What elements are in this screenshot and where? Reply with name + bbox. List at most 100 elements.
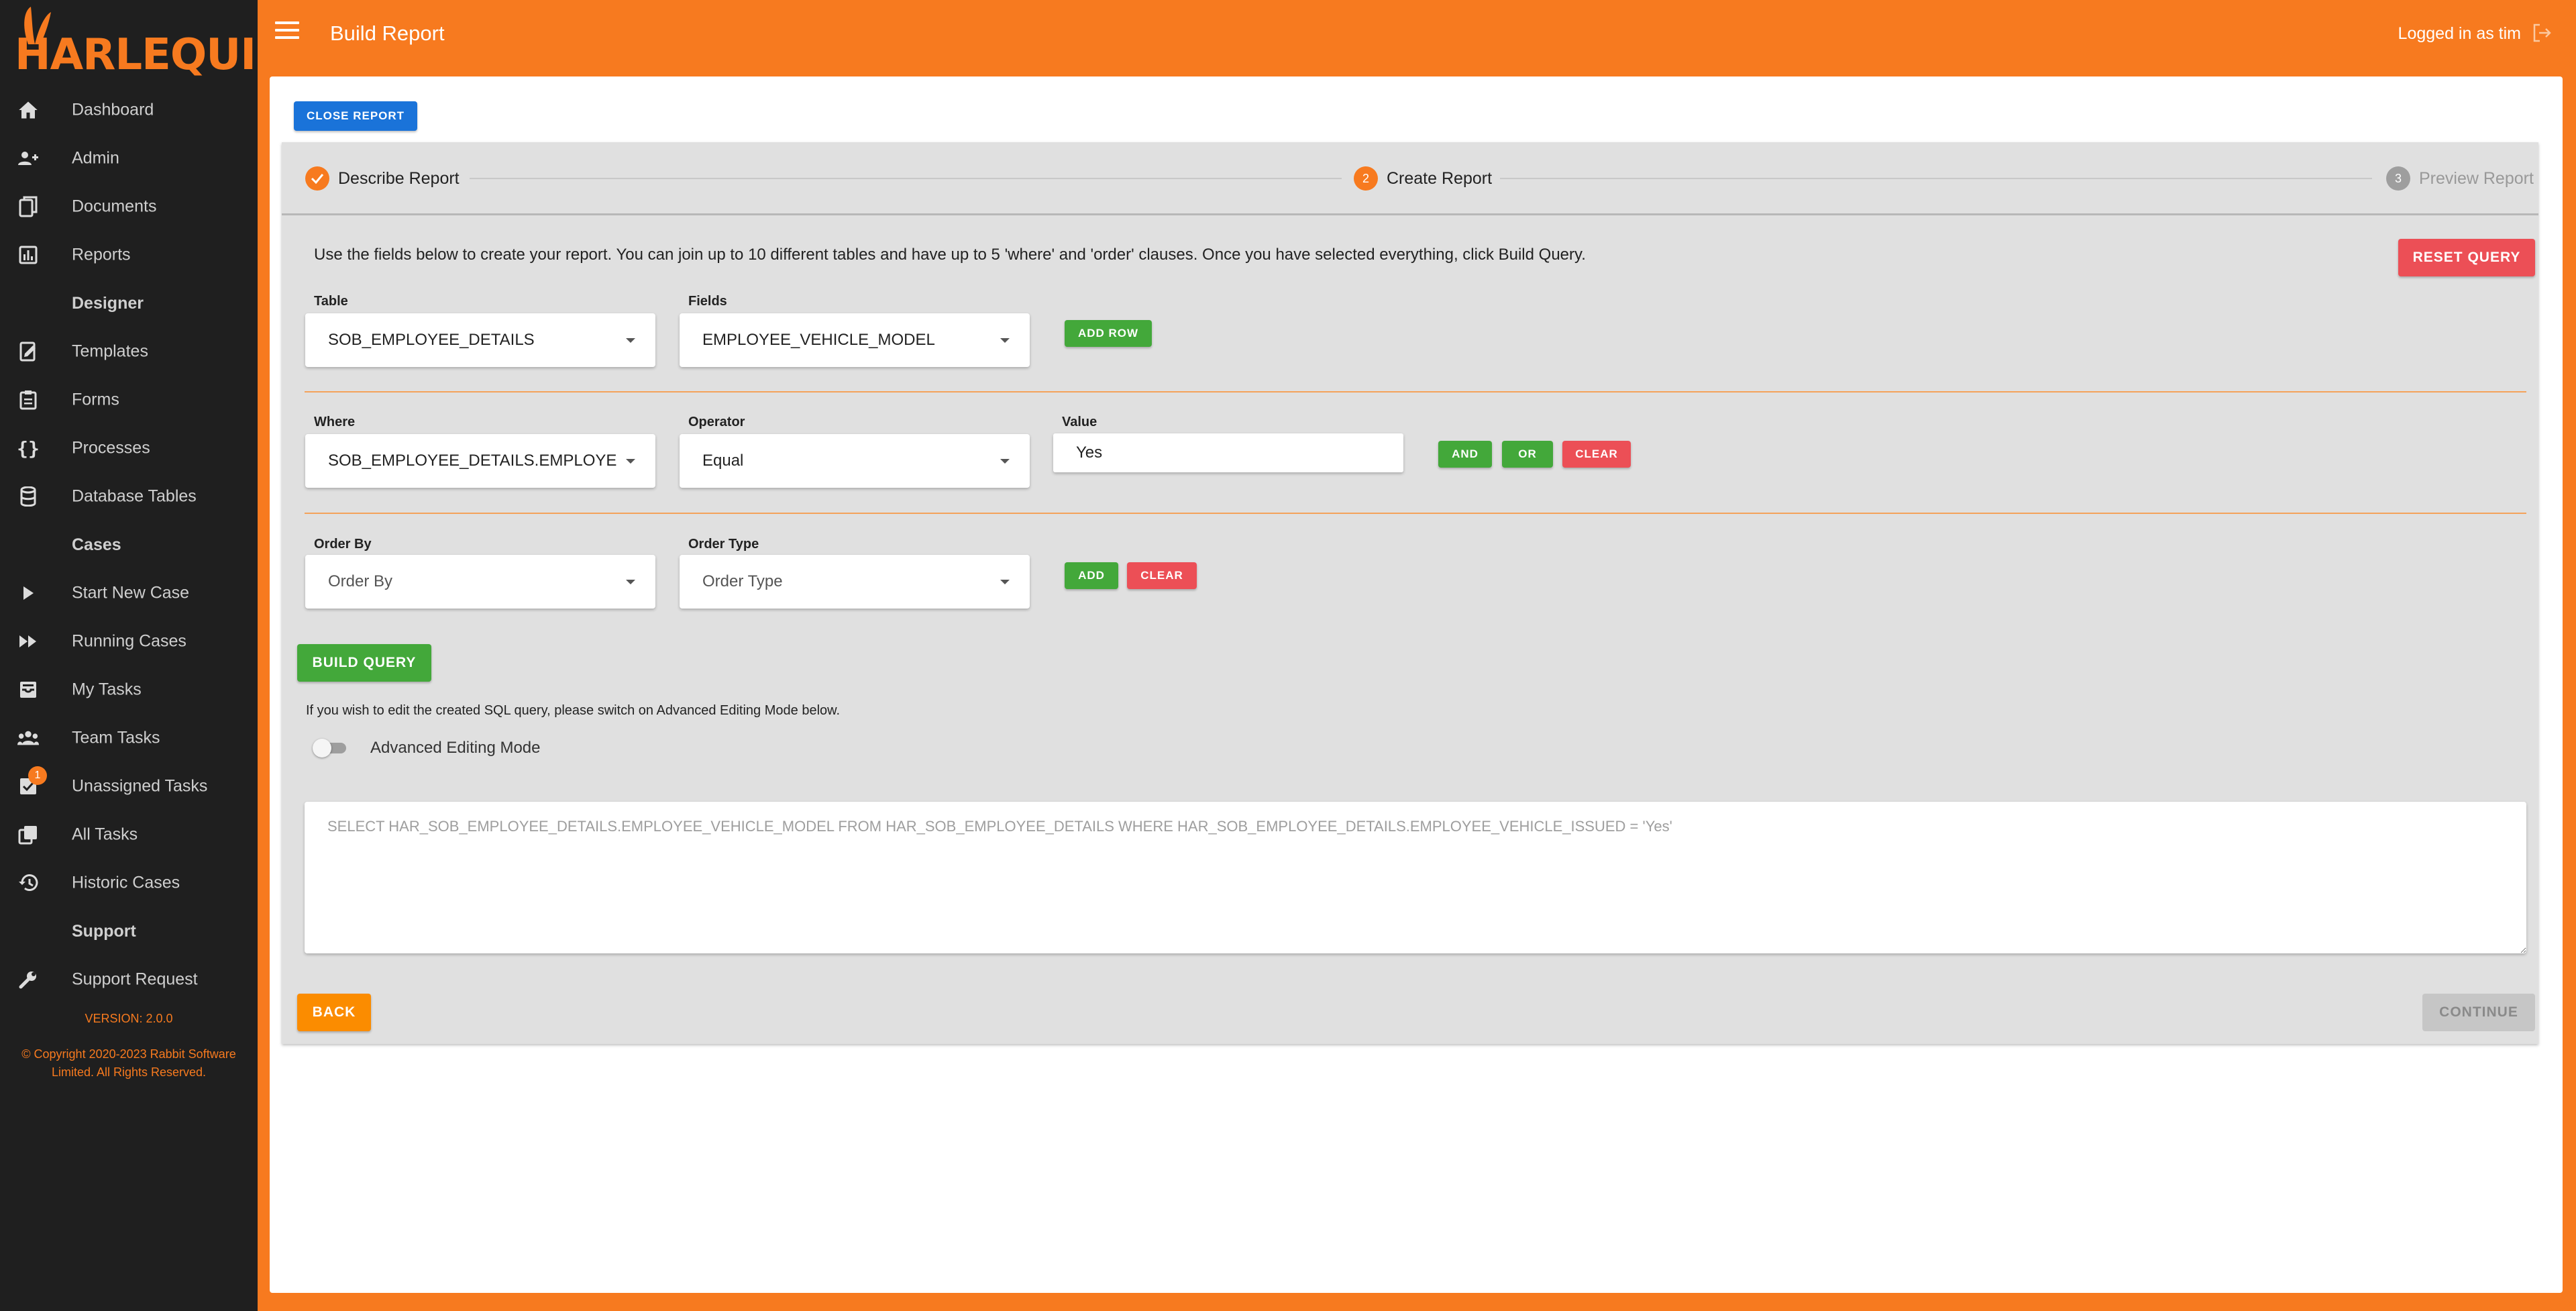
sidebar-item-support-request[interactable]: Support Request <box>0 955 258 1004</box>
notebook-icon <box>17 341 39 362</box>
sidebar-item-label: Processes <box>72 438 150 458</box>
where-select[interactable]: SOB_EMPLOYEE_DETAILS.EMPLOYEE_VEHICLE_IS… <box>305 434 655 488</box>
sidebar-item-unassigned-tasks[interactable]: 1 Unassigned Tasks <box>0 762 258 810</box>
step-describe-report[interactable]: Describe Report <box>338 169 460 189</box>
logo-text: HARLEQUIN <box>15 30 292 80</box>
sidebar-item-start-new-case[interactable]: Start New Case <box>0 569 258 617</box>
clear-order-button[interactable]: CLEAR <box>1127 562 1197 589</box>
sidebar-item-forms[interactable]: Forms <box>0 376 258 424</box>
stepper-divider <box>282 213 2538 215</box>
page-title: Build Report <box>330 21 445 45</box>
fields-select[interactable]: EMPLOYEE_VEHICLE_MODEL <box>680 313 1030 367</box>
clear-where-button[interactable]: CLEAR <box>1562 441 1631 468</box>
fields-select-value: EMPLOYEE_VEHICLE_MODEL <box>702 331 935 349</box>
sidebar-item-label: Running Cases <box>72 631 186 651</box>
history-icon <box>17 872 39 894</box>
order-type-label: Order Type <box>688 537 759 552</box>
sidebar-item-documents[interactable]: Documents <box>0 182 258 231</box>
sidebar-section-designer: Designer <box>72 294 144 313</box>
order-type-placeholder: Order Type <box>702 572 783 590</box>
back-button[interactable]: BACK <box>297 994 371 1031</box>
advanced-editing-toggle[interactable] <box>313 737 349 758</box>
operator-select[interactable]: Equal <box>680 434 1030 488</box>
sidebar-item-admin[interactable]: Admin <box>0 134 258 182</box>
sidebar-item-label: Documents <box>72 197 157 216</box>
section-divider <box>305 513 2526 514</box>
chevron-down-icon <box>1000 338 1010 343</box>
order-type-select[interactable]: Order Type <box>680 555 1030 609</box>
menu-icon[interactable] <box>275 21 299 42</box>
step-connector <box>1500 178 2372 179</box>
logout-icon[interactable] <box>2532 23 2552 43</box>
or-button[interactable]: OR <box>1502 441 1553 468</box>
order-by-label: Order By <box>314 537 372 552</box>
add-row-button[interactable]: ADD ROW <box>1065 320 1152 347</box>
order-by-placeholder: Order By <box>328 572 393 590</box>
operator-label: Operator <box>688 415 745 429</box>
value-label: Value <box>1062 415 1097 429</box>
documents-icon <box>17 196 39 217</box>
wrench-icon <box>17 969 39 990</box>
sidebar-item-label: Database Tables <box>72 486 197 506</box>
top-app-bar: Build Report Logged in as tim <box>258 0 2576 66</box>
sidebar-item-label: Dashboard <box>72 100 154 119</box>
order-by-select[interactable]: Order By <box>305 555 655 609</box>
sidebar-item-database-tables[interactable]: Database Tables <box>0 472 258 521</box>
home-icon <box>17 99 39 121</box>
where-label: Where <box>314 415 356 429</box>
chevron-down-icon <box>1000 459 1010 464</box>
chevron-down-icon <box>1000 580 1010 584</box>
sidebar-item-reports[interactable]: Reports <box>0 231 258 279</box>
sidebar-item-label: Reports <box>72 245 131 264</box>
chevron-down-icon <box>626 338 635 343</box>
step-preview-report[interactable]: Preview Report <box>2419 169 2534 189</box>
sidebar-section-cases: Cases <box>72 535 121 554</box>
and-button[interactable]: AND <box>1438 441 1492 468</box>
sidebar-item-label: Team Tasks <box>72 728 160 747</box>
table-label: Table <box>314 294 348 309</box>
reset-query-button[interactable]: RESET QUERY <box>2398 239 2535 276</box>
sidebar-item-dashboard[interactable]: Dashboard <box>0 86 258 134</box>
step-create-report[interactable]: Create Report <box>1387 169 1492 189</box>
sidebar-item-label: Start New Case <box>72 583 190 602</box>
where-select-value: SOB_EMPLOYEE_DETAILS.EMPLOYEE_VEHICLE_IS… <box>328 452 616 470</box>
database-icon <box>17 486 39 507</box>
sidebar: HARLEQUIN Dashboard Admin Documents Repo… <box>0 0 292 1311</box>
sidebar-section-support: Support <box>72 922 136 941</box>
chevron-down-icon <box>626 580 635 584</box>
sql-query-textarea[interactable]: SELECT HAR_SOB_EMPLOYEE_DETAILS.EMPLOYEE… <box>305 802 2526 953</box>
instructions-text: Use the fields below to create your repo… <box>314 246 1586 264</box>
sidebar-item-running-cases[interactable]: Running Cases <box>0 617 258 666</box>
clipboard-icon <box>17 389 39 411</box>
users-icon <box>17 148 39 169</box>
braces-icon: {} <box>17 437 40 460</box>
continue-button[interactable]: CONTINUE <box>2422 994 2535 1031</box>
section-divider <box>305 391 2526 392</box>
sidebar-item-label: All Tasks <box>72 825 138 844</box>
table-select-value: SOB_EMPLOYEE_DETAILS <box>328 331 535 349</box>
chevron-down-icon <box>626 459 635 464</box>
stack-icon <box>17 824 39 845</box>
close-report-button[interactable]: CLOSE REPORT <box>294 101 417 131</box>
advanced-editing-label: Advanced Editing Mode <box>370 739 541 757</box>
build-query-button[interactable]: BUILD QUERY <box>297 644 431 682</box>
harlequin-logo[interactable]: HARLEQUIN <box>15 5 292 76</box>
team-icon <box>17 727 39 749</box>
copyright-text: © Copyright 2020-2023 Rabbit Software Li… <box>21 1047 236 1079</box>
advanced-edit-hint: If you wish to edit the created SQL quer… <box>306 703 841 718</box>
bar-chart-icon <box>17 244 39 266</box>
fields-label: Fields <box>688 294 727 309</box>
sidebar-item-team-tasks[interactable]: Team Tasks <box>0 714 258 762</box>
sidebar-item-processes[interactable]: {} Processes <box>0 424 258 472</box>
fast-forward-icon <box>17 631 39 652</box>
add-order-button[interactable]: ADD <box>1065 562 1118 589</box>
sidebar-item-all-tasks[interactable]: All Tasks <box>0 810 258 859</box>
table-select[interactable]: SOB_EMPLOYEE_DETAILS <box>305 313 655 367</box>
operator-select-value: Equal <box>702 452 744 470</box>
sidebar-item-templates[interactable]: Templates <box>0 327 258 376</box>
sidebar-item-label: Forms <box>72 390 119 409</box>
sidebar-item-historic-cases[interactable]: Historic Cases <box>0 859 258 907</box>
sidebar-item-my-tasks[interactable]: My Tasks <box>0 666 258 714</box>
sidebar-item-label: Templates <box>72 342 148 361</box>
value-input[interactable] <box>1053 433 1403 472</box>
